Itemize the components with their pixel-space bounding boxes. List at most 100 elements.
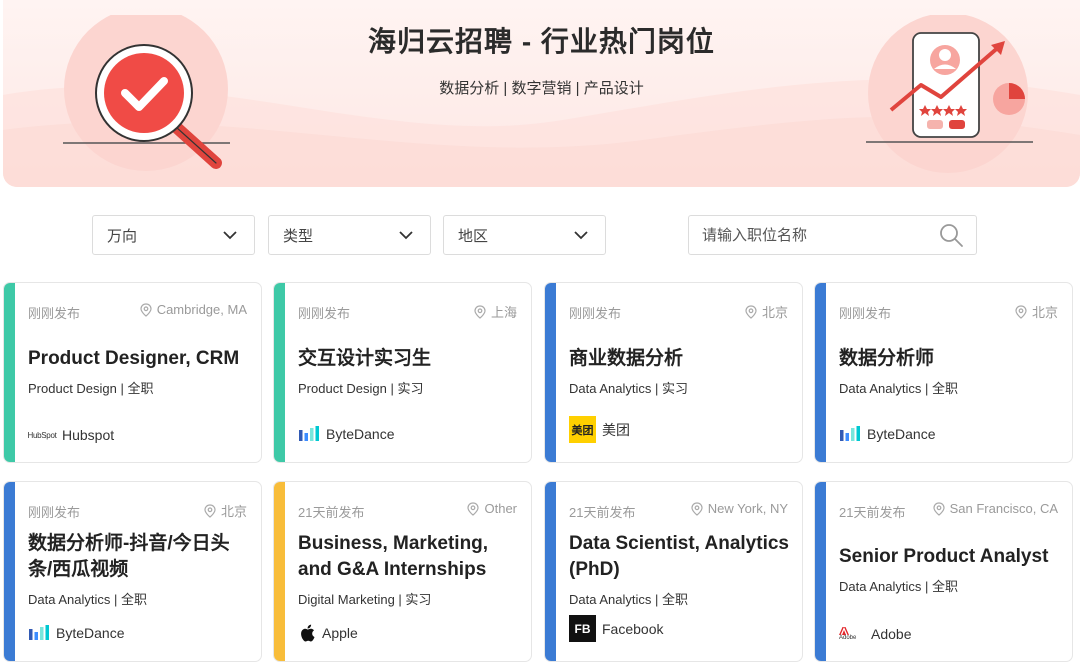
job-category: Data Analytics | 实习 (569, 381, 688, 396)
job-card[interactable]: 刚刚发布 北京 商业数据分析 Data Analytics | 实习 美团 美团 (544, 282, 803, 463)
company-name: ByteDance (326, 426, 395, 442)
location-pin-icon (933, 501, 945, 516)
job-category: Product Design | 全职 (28, 381, 154, 396)
job-title[interactable]: 交互设计实习生 (298, 346, 521, 372)
job-title[interactable]: 数据分析师 (839, 346, 1062, 372)
location-pin-icon (140, 302, 152, 317)
job-location: New York, NY (691, 501, 788, 516)
job-location-text: 北京 (761, 305, 788, 320)
job-category: Digital Marketing | 实习 (298, 592, 432, 607)
job-title[interactable]: Senior Product Analyst (839, 544, 1062, 570)
growth-chart-illustration (861, 13, 1041, 180)
card-accent-bar (545, 482, 556, 661)
card-accent-bar (815, 482, 826, 661)
chevron-down-icon (574, 231, 588, 240)
company: FB Facebook (569, 615, 663, 642)
card-accent-bar (545, 283, 556, 462)
card-accent-bar (4, 482, 15, 661)
job-search-box (688, 215, 977, 255)
bytedance-logo (28, 624, 50, 642)
location-pin-icon (745, 304, 757, 319)
job-category: Product Design | 实习 (298, 381, 424, 396)
company: 美团 美团 (569, 416, 630, 443)
job-card[interactable]: 刚刚发布 北京 数据分析师-抖音/今日头条/西瓜视频 Data Analytic… (3, 481, 262, 662)
search-icon[interactable] (938, 222, 964, 248)
job-title[interactable]: Product Designer, CRM (28, 346, 251, 372)
company: HubSpot Hubspot (27, 427, 115, 443)
company: Apple (298, 624, 358, 642)
meituan-logo: 美团 (569, 416, 596, 443)
posted-time: 刚刚发布 (569, 306, 622, 321)
posted-time: 刚刚发布 (298, 306, 351, 321)
location-pin-icon (474, 304, 486, 319)
job-category: Data Analytics | 全职 (839, 381, 958, 396)
location-pin-icon (691, 501, 703, 516)
job-location: Other (467, 501, 517, 516)
job-location-text: 北京 (220, 504, 247, 519)
card-accent-bar (815, 283, 826, 462)
card-accent-bar (274, 482, 285, 661)
job-location: 上海 (474, 302, 517, 321)
region-select[interactable]: 地区 (443, 215, 606, 255)
job-location: 北京 (1015, 302, 1058, 321)
job-search-input[interactable] (702, 226, 938, 244)
location-pin-icon (204, 503, 216, 518)
adobe-logo: Adobe (839, 627, 865, 641)
company-name: Apple (322, 625, 358, 641)
hero-banner: 海归云招聘 - 行业热门岗位 数据分析 | 数字营销 | 产品设计 (3, 0, 1080, 187)
job-location-text: San Francisco, CA (949, 501, 1058, 516)
job-title[interactable]: Data Scientist, Analytics (PhD) (569, 531, 792, 583)
job-location: San Francisco, CA (933, 501, 1058, 516)
job-card[interactable]: 刚刚发布 北京 数据分析师 Data Analytics | 全职 ByteDa… (814, 282, 1073, 463)
job-location-text: 北京 (1031, 305, 1058, 320)
job-card[interactable]: 刚刚发布 Cambridge, MA Product Designer, CRM… (3, 282, 262, 463)
job-location-text: Cambridge, MA (156, 302, 247, 317)
posted-time: 21天前发布 (839, 505, 906, 520)
job-title[interactable]: 数据分析师-抖音/今日头条/西瓜视频 (28, 531, 251, 583)
company: ByteDance (839, 425, 935, 443)
posted-time: 刚刚发布 (839, 306, 892, 321)
company-name: Facebook (602, 620, 664, 637)
job-card[interactable]: 21天前发布 Other Business, Marketing, and G&… (273, 481, 532, 662)
company: ByteDance (28, 624, 124, 642)
location-pin-icon (1015, 304, 1027, 319)
card-accent-bar (274, 283, 285, 462)
company: ByteDance (298, 425, 394, 443)
hubspot-logo: HubSpot (27, 430, 57, 440)
location-pin-icon (467, 501, 480, 516)
job-card[interactable]: 21天前发布 San Francisco, CA Senior Product … (814, 481, 1073, 662)
job-location-text: Other (484, 501, 517, 516)
job-location: 北京 (204, 501, 247, 520)
filter-bar: 万向 类型 地区 (0, 215, 1080, 255)
job-location-text: 上海 (490, 305, 517, 320)
type-select[interactable]: 类型 (268, 215, 431, 255)
apple-logo (298, 624, 316, 642)
job-location-text: New York, NY (707, 501, 788, 516)
job-location: Cambridge, MA (140, 302, 247, 317)
card-accent-bar (4, 283, 15, 462)
direction-select-label: 万向 (107, 227, 138, 245)
bytedance-logo (839, 425, 861, 443)
posted-time: 刚刚发布 (28, 505, 81, 520)
company-name: Hubspot (62, 427, 115, 443)
job-location: 北京 (745, 302, 788, 321)
company-name: ByteDance (56, 625, 125, 641)
posted-time: 刚刚发布 (28, 306, 81, 321)
company-name: ByteDance (867, 426, 936, 442)
job-card[interactable]: 21天前发布 New York, NY Data Scientist, Anal… (544, 481, 803, 662)
job-title[interactable]: 商业数据分析 (569, 346, 792, 372)
company-name: Adobe (871, 626, 912, 642)
company-name: 美团 (602, 421, 630, 438)
job-category: Data Analytics | 全职 (569, 592, 688, 607)
job-category: Data Analytics | 全职 (839, 579, 958, 594)
chevron-down-icon (223, 231, 237, 240)
posted-time: 21天前发布 (569, 505, 636, 520)
direction-select[interactable]: 万向 (92, 215, 255, 255)
facebook-logo: FB (569, 615, 596, 642)
job-title[interactable]: Business, Marketing, and G&A Internships (298, 531, 521, 583)
job-card[interactable]: 刚刚发布 上海 交互设计实习生 Product Design | 实习 Byte… (273, 282, 532, 463)
type-select-label: 类型 (283, 227, 314, 245)
bytedance-logo (298, 425, 320, 443)
region-select-label: 地区 (458, 227, 489, 245)
posted-time: 21天前发布 (298, 505, 365, 520)
